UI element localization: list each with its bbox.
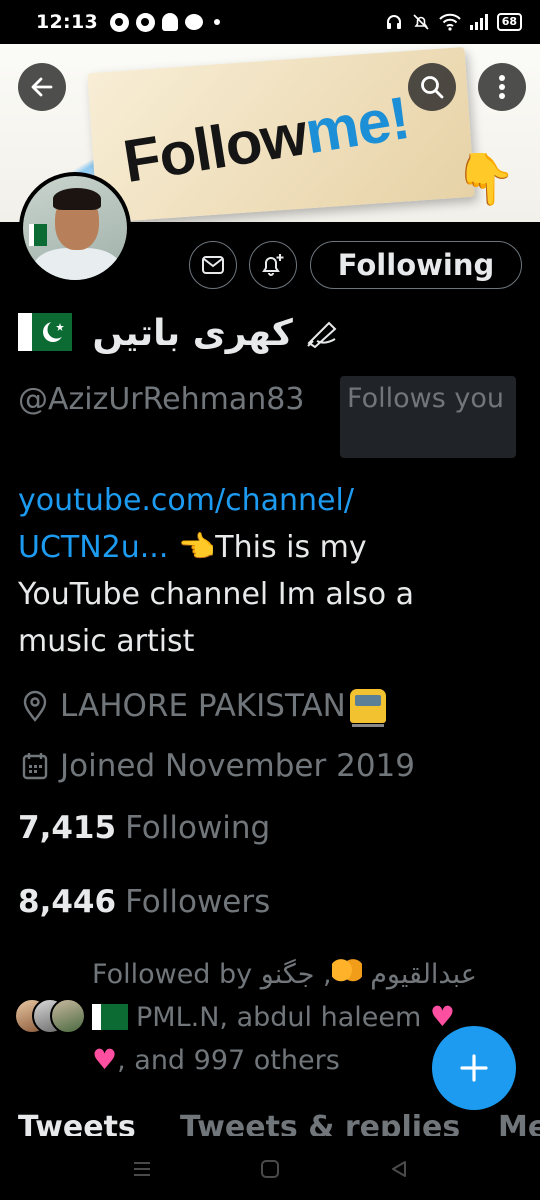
search-icon [421,76,444,99]
pakistan-flag-icon [18,313,72,351]
signal-icon [469,14,488,30]
chat-bubble-icon [184,14,203,30]
joined-text: Joined November 2019 [60,748,415,784]
heart-icon: ♥ [92,1043,118,1076]
tram-icon [349,689,386,727]
system-nav-bar [0,1136,540,1200]
location-pin-icon [18,689,52,723]
bell-plus-icon [262,254,284,276]
pointing-hand-icon: 👇 [454,150,517,208]
user-handle: @AzizUrRehman83 [18,382,305,417]
plus-icon [460,1054,488,1082]
search-button[interactable] [408,63,456,111]
following-label: Following [125,810,271,846]
recent-apps-icon [134,1162,150,1176]
avatar-flag [29,224,47,246]
back-triangle-icon [392,1161,406,1177]
display-name: کھری باتیں [18,313,341,354]
bio-text-line-3: music artist [18,624,195,659]
butterfly-icon [331,959,362,987]
profile-bio: youtube.com/channel/ UCTN2u... 👈This is … [18,477,518,665]
tab-tweets[interactable]: Tweets [18,1110,136,1136]
wifi-icon [438,13,461,31]
banner-sign-text: Followme! [118,83,414,196]
pointing-left-icon: 👈 [177,530,216,565]
following-button[interactable]: Following [310,241,522,289]
status-bar: 12:13 68 [0,0,540,44]
snapchat-icon [161,13,178,31]
location-row: LAHORE PAKISTAN [18,688,386,727]
back-button[interactable] [18,63,66,111]
bio-text-line-2: YouTube channel Im also a [18,577,415,612]
bio-link-continued[interactable]: UCTN2u... [18,530,168,565]
back-arrow-icon [31,77,53,97]
notifications-button[interactable] [249,241,297,289]
system-status-icons: 68 [385,13,522,31]
following-count-link[interactable]: 7,415 Following [18,810,270,846]
status-time: 12:13 [36,11,98,33]
tab-tweets-and-replies[interactable]: Tweets & replies [180,1110,460,1136]
calendar-icon [18,749,52,783]
headset-icon [386,15,401,29]
followers-label: Followers [125,884,271,920]
follows-you-badge: Follows you [340,376,516,458]
display-name-text: کھری باتیں [92,313,293,354]
bell-muted-icon [413,14,429,30]
tab-media[interactable]: Media [498,1110,540,1136]
recent-apps-button[interactable] [127,1154,157,1184]
location-text: LAHORE PAKISTAN [60,688,346,724]
home-icon [261,1160,279,1178]
home-button[interactable] [255,1154,285,1184]
message-button[interactable] [189,241,237,289]
joined-row: Joined November 2019 [18,748,415,784]
follower-avatar [50,998,86,1034]
messenger-icon [135,12,155,32]
whatsapp-icon [109,12,129,32]
bio-text-line-1: This is my [215,530,367,565]
more-options-button[interactable] [478,63,526,111]
followers-count: 8,446 [18,884,117,920]
more-vertical-icon [499,75,505,99]
more-notifications-dot [213,19,220,25]
compose-tweet-button[interactable] [432,1026,516,1110]
profile-tabs: Tweets Tweets & replies Media [0,1108,540,1136]
bio-link[interactable]: youtube.com/channel/ [18,483,354,518]
followed-by-avatars[interactable] [14,998,88,1036]
notification-icons [109,12,220,32]
system-back-button[interactable] [384,1154,414,1184]
envelope-icon [202,256,224,274]
writing-hand-icon [307,321,337,349]
pakistan-flag-icon [92,1004,128,1030]
battery-icon: 68 [496,13,522,31]
profile-avatar[interactable] [19,172,131,284]
followers-count-link[interactable]: 8,446 Followers [18,884,270,920]
following-count: 7,415 [18,810,117,846]
